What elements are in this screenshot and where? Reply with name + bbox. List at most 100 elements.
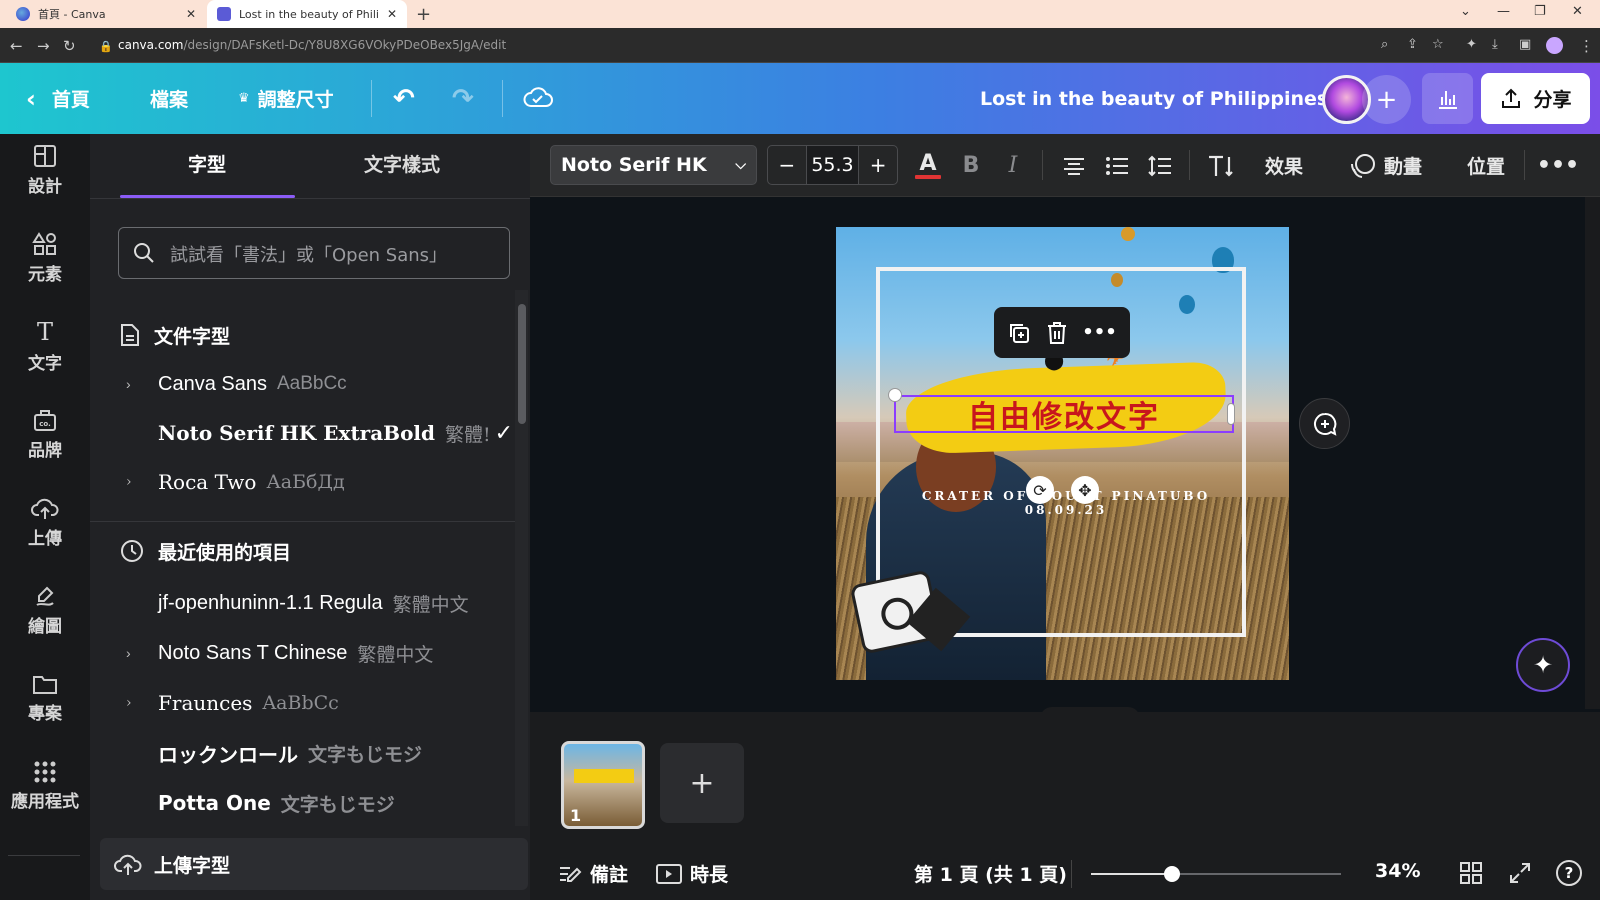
insights-button[interactable] bbox=[1422, 73, 1473, 124]
redo-icon[interactable]: ↷ bbox=[452, 63, 474, 134]
design-page[interactable]: ⬤ ✈ 自由修改文字 CRATER OF MOUNT PINATUBO 08.0… bbox=[836, 227, 1289, 680]
resize-button[interactable]: ♛ 調整尺寸 bbox=[238, 63, 334, 134]
design-title[interactable]: Lost in the beauty of Philippines bbox=[980, 63, 1328, 134]
font-family-dropdown[interactable]: Noto Serif HK ⌵ bbox=[550, 145, 757, 185]
subtitle-line-1[interactable]: CRATER OF MOUNT PINATUBO bbox=[896, 489, 1236, 503]
file-menu-button[interactable]: 檔案 bbox=[150, 63, 188, 134]
invite-member-button[interactable]: + bbox=[1362, 75, 1411, 124]
trash-icon[interactable] bbox=[1046, 321, 1068, 345]
close-tab-icon[interactable]: ✕ bbox=[387, 7, 397, 21]
animate-button[interactable]: 動畫 bbox=[1350, 134, 1422, 197]
back-icon[interactable]: ← bbox=[10, 37, 23, 55]
tab-search-icon[interactable]: ⌄ bbox=[1460, 4, 1471, 19]
side-panel-icon[interactable]: ▣ bbox=[1519, 37, 1531, 52]
restore-icon[interactable]: ❐ bbox=[1534, 4, 1546, 19]
list-icon[interactable] bbox=[1101, 134, 1133, 197]
cloud-saved-icon[interactable] bbox=[523, 86, 553, 110]
panel-scrollbar[interactable] bbox=[515, 290, 528, 826]
font-item-canva-sans[interactable]: › Canva Sans AaBbCc bbox=[118, 361, 513, 407]
rail-label: 設計 bbox=[28, 177, 62, 197]
resize-handle[interactable] bbox=[1227, 403, 1235, 425]
rail-item-brand[interactable]: co. 品牌 bbox=[0, 390, 90, 478]
subtitle-line-2[interactable]: 08.09.23 bbox=[896, 503, 1236, 517]
duplicate-icon[interactable] bbox=[1007, 321, 1031, 345]
scrollbar-thumb[interactable] bbox=[518, 304, 526, 424]
profile-avatar[interactable] bbox=[1546, 37, 1563, 54]
effects-button[interactable]: 效果 bbox=[1265, 134, 1303, 197]
chevron-right-icon[interactable]: › bbox=[118, 474, 158, 490]
magic-sparkle-button[interactable]: ✦ bbox=[1516, 638, 1570, 692]
page-indicator[interactable]: 第 1 頁 (共 1 頁) bbox=[914, 860, 1067, 887]
font-item-potta-one[interactable]: Potta One 文字もじモジ bbox=[118, 780, 513, 826]
rail-item-uploads[interactable]: 上傳 bbox=[0, 478, 90, 566]
close-tab-icon[interactable]: ✕ bbox=[186, 7, 196, 21]
increase-size-button[interactable]: + bbox=[858, 146, 897, 184]
browser-tab-design[interactable]: Lost in the beauty of Philippine ✕ bbox=[207, 0, 407, 28]
more-options-icon[interactable]: ••• bbox=[1537, 134, 1579, 197]
rail-item-design[interactable]: 設計 bbox=[0, 126, 90, 214]
home-button[interactable]: ‹ 首頁 bbox=[26, 63, 90, 134]
minimize-icon[interactable]: — bbox=[1497, 4, 1510, 19]
browser-menu-icon[interactable]: ⋮ bbox=[1579, 37, 1594, 55]
headline-text[interactable]: 自由修改文字 bbox=[894, 395, 1234, 435]
line-spacing-icon[interactable] bbox=[1144, 134, 1176, 197]
font-item-roca-two[interactable]: › Roca Two АаБбДд bbox=[118, 459, 513, 505]
align-center-icon[interactable] bbox=[1058, 134, 1090, 197]
move-handle-icon[interactable]: ✥ bbox=[1071, 476, 1099, 504]
rotate-handle-icon[interactable]: ⟳ bbox=[1026, 476, 1054, 504]
chevron-right-icon[interactable]: › bbox=[118, 695, 158, 711]
chevron-right-icon[interactable]: › bbox=[118, 645, 158, 661]
font-size-stepper[interactable]: − 55.3 + bbox=[767, 145, 898, 185]
url-field[interactable]: canva.com/design/DAFsKetl-Dc/Y8U8XG6VOky… bbox=[118, 38, 506, 52]
upload-font-button[interactable]: 上傳字型 bbox=[100, 838, 528, 890]
font-item-noto-sans-t-chinese[interactable]: › Noto Sans T Chinese 繁體中文 bbox=[118, 630, 513, 676]
text-color-button[interactable]: A bbox=[912, 134, 944, 197]
font-item-noto-serif-hk[interactable]: Noto Serif HK ExtraBold 繁體! ✓ bbox=[118, 410, 513, 456]
font-item-jf-openhuninn[interactable]: jf-openhuninn-1.1 Regula 繁體中文 bbox=[118, 580, 513, 626]
add-comment-button[interactable] bbox=[1299, 398, 1350, 449]
share-button[interactable]: 分享 bbox=[1481, 73, 1590, 124]
zoom-icon[interactable]: ⌕ bbox=[1381, 37, 1388, 52]
rail-item-elements[interactable]: 元素 bbox=[0, 214, 90, 302]
rail-item-draw[interactable]: 繪圖 bbox=[0, 566, 90, 654]
chevron-right-icon[interactable]: › bbox=[118, 376, 158, 392]
notes-button[interactable]: 備註 bbox=[558, 860, 628, 887]
rail-item-projects[interactable]: 專案 bbox=[0, 654, 90, 742]
reload-icon[interactable]: ↻ bbox=[63, 37, 76, 55]
clock-icon bbox=[121, 540, 143, 562]
extensions-icon[interactable]: ✦ bbox=[1466, 37, 1477, 52]
share-page-icon[interactable]: ⇪ bbox=[1407, 37, 1418, 52]
zoom-slider-thumb[interactable] bbox=[1164, 866, 1180, 882]
font-item-rocknroll[interactable]: ロックンロール 文字もじモジ bbox=[118, 730, 513, 776]
vertical-scrollbar[interactable] bbox=[1585, 197, 1600, 709]
rail-item-text[interactable]: T 文字 bbox=[0, 302, 90, 390]
help-icon[interactable]: ? bbox=[1556, 860, 1582, 886]
rail-item-apps[interactable]: 應用程式 bbox=[0, 742, 90, 830]
font-item-fraunces[interactable]: › Fraunces AaBbCc bbox=[118, 680, 513, 726]
resize-handle[interactable] bbox=[888, 388, 902, 402]
font-size-input[interactable]: 55.3 bbox=[806, 146, 859, 184]
grid-view-icon[interactable] bbox=[1460, 862, 1482, 884]
download-icon[interactable]: ⤓ bbox=[1492, 37, 1498, 52]
forward-icon[interactable]: → bbox=[37, 37, 50, 55]
browser-tab-home[interactable]: 首頁 - Canva ✕ bbox=[6, 0, 206, 28]
fullscreen-icon[interactable] bbox=[1509, 862, 1531, 884]
zoom-slider[interactable] bbox=[1091, 866, 1341, 882]
zoom-level[interactable]: 34% bbox=[1375, 860, 1420, 882]
duration-button[interactable]: 時長 bbox=[656, 860, 728, 887]
tab-fonts[interactable]: 字型 bbox=[188, 150, 226, 177]
more-icon[interactable]: ••• bbox=[1082, 322, 1117, 343]
position-button[interactable]: 位置 bbox=[1467, 134, 1505, 197]
font-search-input[interactable]: 試試看「書法」或「Open Sans」 bbox=[118, 227, 510, 279]
add-page-button[interactable]: + bbox=[660, 743, 744, 823]
window-close-icon[interactable]: ✕ bbox=[1572, 4, 1583, 19]
undo-icon[interactable]: ↶ bbox=[393, 63, 415, 134]
decrease-size-button[interactable]: − bbox=[768, 146, 807, 184]
italic-button[interactable]: I bbox=[997, 134, 1029, 197]
page-thumbnail[interactable]: 1 bbox=[561, 741, 645, 829]
tab-text-styles[interactable]: 文字樣式 bbox=[364, 150, 440, 177]
bookmark-star-icon[interactable]: ☆ bbox=[1432, 37, 1444, 52]
new-tab-icon[interactable]: + bbox=[416, 4, 431, 25]
text-size-direction-icon[interactable] bbox=[1203, 134, 1239, 197]
bold-button[interactable]: B bbox=[955, 134, 987, 197]
